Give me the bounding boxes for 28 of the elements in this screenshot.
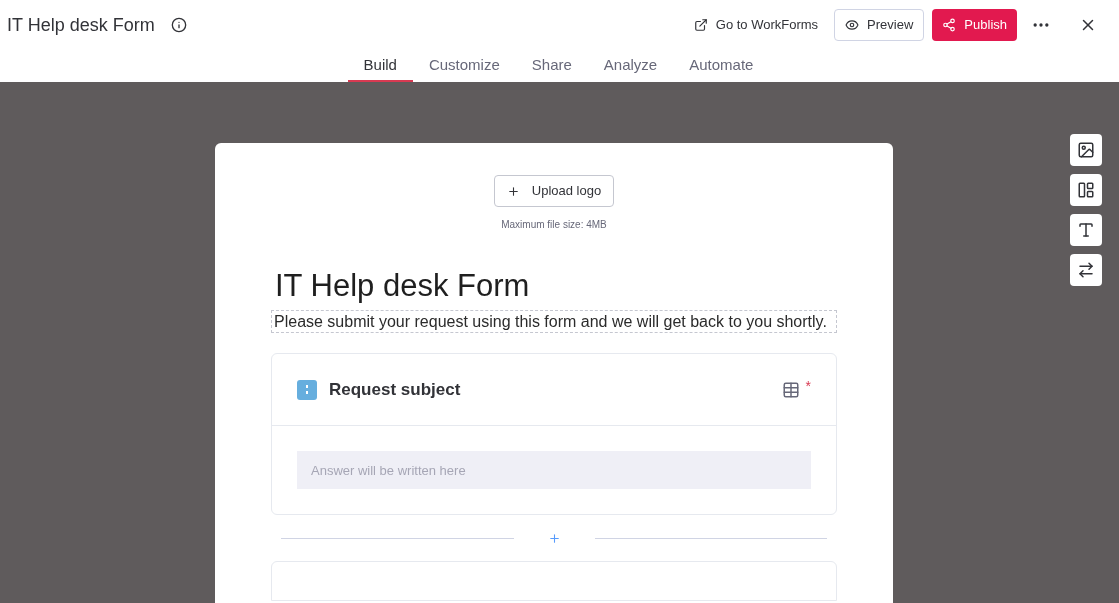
upload-logo-button[interactable]: Upload logo [493, 175, 615, 207]
tab[interactable]: Build [347, 50, 413, 82]
external-link-icon [693, 18, 708, 32]
required-mark: * [805, 377, 811, 396]
info-icon[interactable] [170, 17, 187, 33]
layout-icon[interactable] [1070, 174, 1102, 206]
eye-icon [845, 18, 860, 32]
tab[interactable]: Analyze [587, 50, 674, 82]
plus-icon [506, 184, 520, 198]
image-icon[interactable] [1070, 134, 1102, 166]
form-title: IT Help desk Form [275, 267, 531, 305]
tab[interactable]: Customize [412, 50, 516, 82]
share-icon [942, 18, 957, 32]
text-icon[interactable] [1070, 214, 1102, 246]
go-to-workforms-link[interactable]: Go to WorkForms [693, 15, 819, 35]
preview-button[interactable]: Preview [834, 9, 925, 41]
window-title: IT Help desk Form [7, 13, 155, 37]
publish-button[interactable]: Publish [932, 9, 1017, 41]
tab[interactable]: Automate [673, 50, 770, 82]
add-question-icon[interactable] [547, 531, 561, 545]
answer-field[interactable]: Answer will be written here [297, 451, 811, 489]
tab[interactable]: Share [515, 50, 588, 82]
text-field-icon [297, 379, 317, 400]
upload-hint: Maximum file size: 4MB [501, 218, 607, 232]
form-description[interactable]: Please submit your request using this form and we will get back to you shortly. [271, 310, 837, 333]
question-label: Request subject [329, 378, 461, 401]
swap-icon[interactable] [1070, 254, 1102, 286]
table-icon[interactable] [781, 380, 800, 399]
